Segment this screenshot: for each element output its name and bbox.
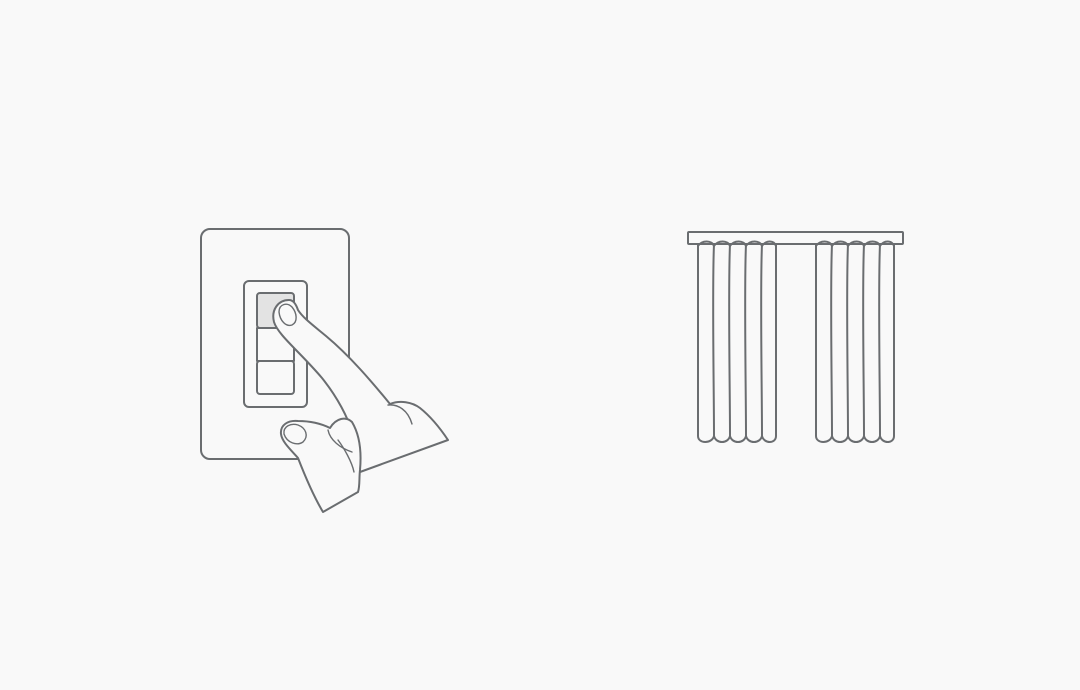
- illustration-svg: [200, 228, 904, 513]
- curtains-icon: [687, 231, 904, 443]
- switch-button-bottom: [256, 360, 295, 395]
- curtain-left: [697, 240, 777, 443]
- curtain-right: [815, 240, 895, 443]
- light-switch-press-icon: [200, 228, 449, 513]
- illustration-canvas: [0, 0, 1080, 690]
